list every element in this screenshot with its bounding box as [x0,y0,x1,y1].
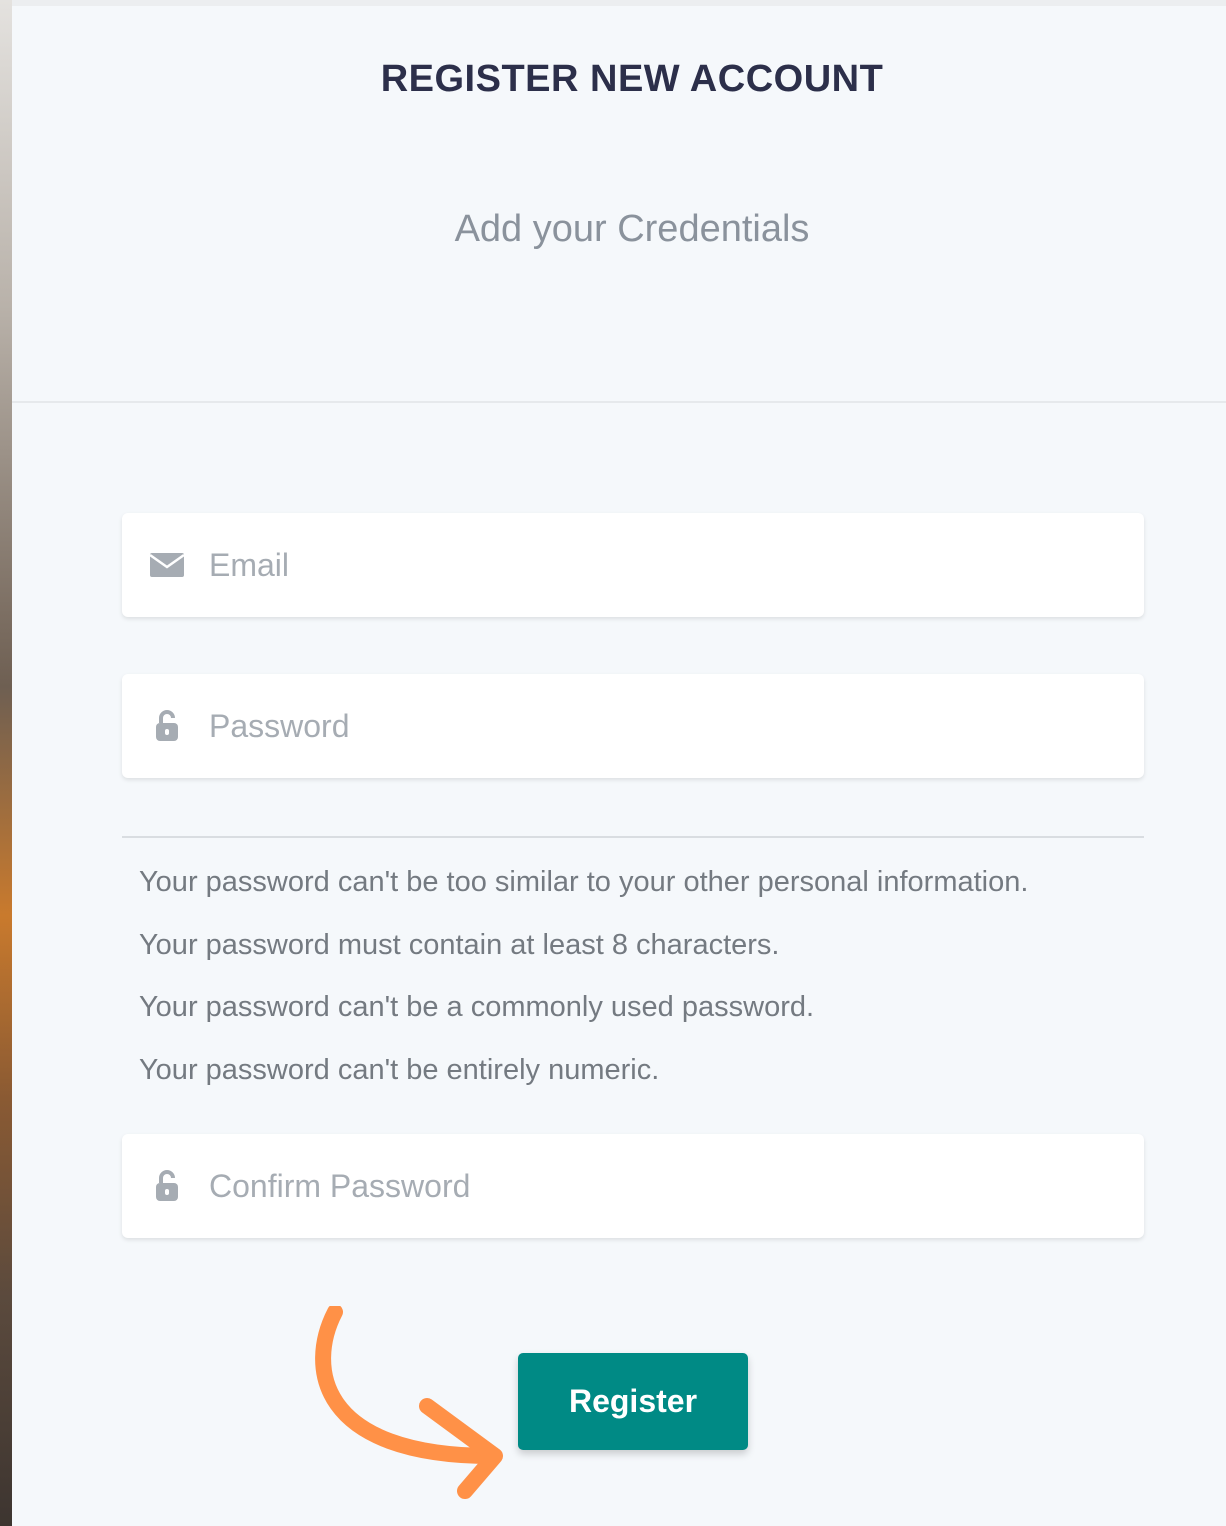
password-rule: Your password must contain at least 8 ch… [139,928,780,961]
password-rules: Your password can't be too similar to yo… [139,864,1028,1114]
divider [122,836,1144,838]
envelope-icon [147,551,187,579]
password-rule: Your password can't be a commonly used p… [139,991,815,1023]
register-button[interactable]: Register [518,1353,748,1450]
email-input[interactable] [207,534,1144,596]
password-rule: Your password can't be too similar to yo… [139,866,1029,898]
page-title: REGISTER NEW ACCOUNT [380,58,884,100]
confirm-password-input[interactable] [207,1155,1144,1217]
password-field[interactable] [122,674,1144,778]
password-input[interactable] [207,695,1144,757]
register-card: REGISTER NEW ACCOUNT Add your Credential… [12,6,1226,1526]
page-subtitle: Add your Credentials [454,208,810,250]
lock-icon [147,1169,187,1203]
lock-icon [147,709,187,743]
card-header: REGISTER NEW ACCOUNT Add your Credential… [12,6,1226,403]
curved-arrow-icon [315,1306,503,1499]
confirm-password-field[interactable] [122,1134,1144,1238]
background-photo-strip [0,0,12,1526]
password-rule: Your password can't be entirely numeric. [139,1053,660,1086]
email-field[interactable] [122,513,1144,617]
